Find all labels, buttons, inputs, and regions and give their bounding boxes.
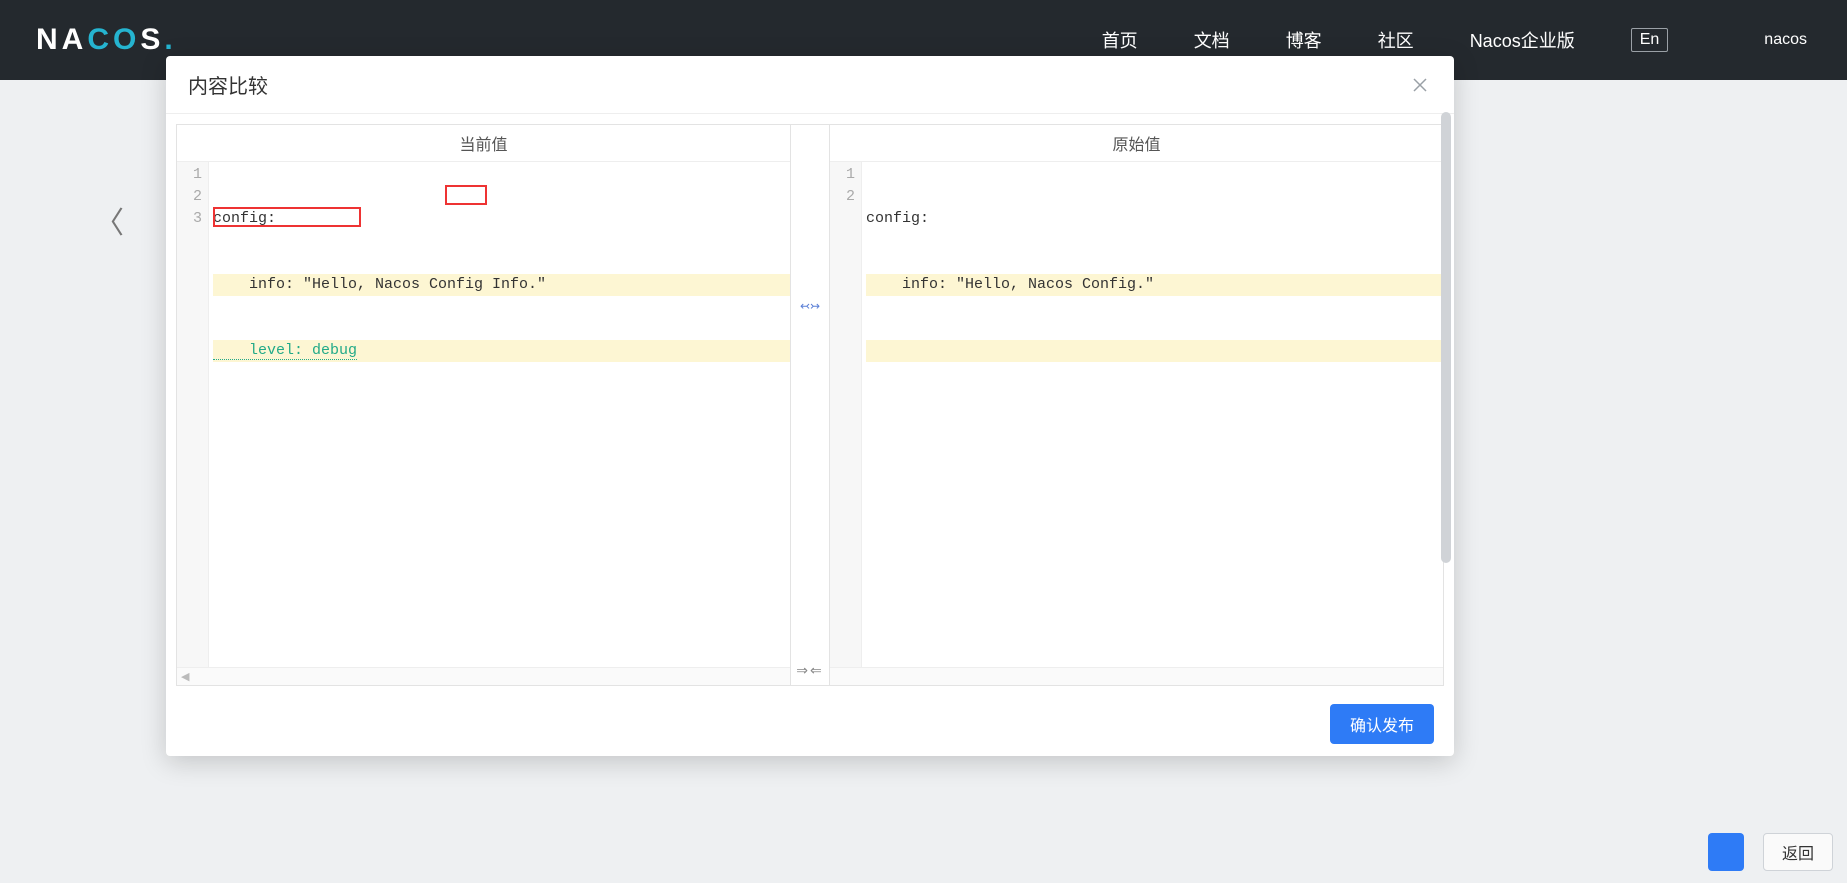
diff-right-gutter: 1 2	[830, 162, 862, 667]
nav-home[interactable]: 首页	[1102, 27, 1138, 53]
diff-left-pane: 当前值 1 2 3 config: info: "Hello, Nacos Co…	[176, 124, 791, 686]
confirm-publish-button[interactable]: 确认发布	[1330, 704, 1434, 744]
diff-left-header: 当前值	[177, 125, 790, 161]
code-line: level: debug	[213, 342, 357, 360]
gutter-line: 2	[177, 186, 202, 208]
diff-right-pane: 原始值 1 2 config: info: "Hello, Nacos Conf…	[829, 124, 1444, 686]
logo-dot: .	[164, 23, 176, 57]
code-line: info: "Hello, Nacos Config."	[866, 276, 1154, 293]
logo: NACOS.	[36, 23, 177, 57]
diff-right-hscroll[interactable]	[830, 667, 1443, 685]
nav-docs[interactable]: 文档	[1194, 27, 1230, 53]
logo-text-2: CO	[87, 23, 140, 57]
modal-footer: 确认发布	[166, 692, 1454, 756]
page-bottom-primary-button[interactable]	[1708, 833, 1744, 871]
language-toggle[interactable]: En	[1631, 28, 1669, 52]
back-chevron-icon[interactable]: 〈	[94, 198, 124, 242]
modal-title: 内容比较	[188, 70, 268, 99]
diff-center-strip: ↢↣ ⇒⇐	[791, 124, 829, 686]
gutter-line	[830, 208, 855, 230]
page-bottom-back-button[interactable]: 返回	[1763, 833, 1833, 871]
diff-left-gutter: 1 2 3	[177, 162, 209, 667]
diff-left-code: config: info: "Hello, Nacos Config Info.…	[209, 162, 790, 667]
code-line: info: "Hello, Nacos Config Info."	[213, 276, 546, 293]
nav-blog[interactable]: 博客	[1286, 27, 1322, 53]
modal-header: 内容比较	[166, 56, 1454, 114]
modal-vscroll[interactable]	[1439, 112, 1453, 690]
logo-text-3: S	[140, 23, 164, 57]
gutter-line: 2	[830, 186, 855, 208]
diff-highlight-box	[445, 185, 487, 205]
gutter-line: 1	[830, 164, 855, 186]
diff-align-icon: ⇒⇐	[796, 662, 823, 685]
gutter-line: 3	[177, 208, 202, 230]
scrollbar-thumb[interactable]	[1441, 112, 1451, 563]
current-user[interactable]: nacos	[1764, 31, 1807, 49]
code-line: config:	[866, 210, 929, 227]
diff-modal: 内容比较 当前值 1 2 3 config: info: "Hello, Nac…	[166, 56, 1454, 756]
nav-links: 首页 文档 博客 社区 Nacos企业版 En nacos	[1102, 27, 1807, 53]
diff-marker-icon: ↢↣	[800, 299, 820, 313]
diff-container: 当前值 1 2 3 config: info: "Hello, Nacos Co…	[166, 114, 1454, 692]
code-line: config:	[213, 210, 276, 227]
scroll-left-icon: ◀	[177, 670, 193, 683]
diff-left-editor[interactable]: 1 2 3 config: info: "Hello, Nacos Config…	[177, 161, 790, 667]
diff-right-editor[interactable]: 1 2 config: info: "Hello, Nacos Config."	[830, 161, 1443, 667]
diff-right-code: config: info: "Hello, Nacos Config."	[862, 162, 1443, 667]
logo-text-1: NA	[36, 23, 87, 57]
gutter-line: 1	[177, 164, 202, 186]
diff-right-header: 原始值	[830, 125, 1443, 161]
nav-community[interactable]: 社区	[1378, 27, 1414, 53]
close-icon[interactable]	[1408, 73, 1432, 97]
diff-left-hscroll[interactable]: ◀	[177, 667, 790, 685]
nav-enterprise[interactable]: Nacos企业版	[1470, 27, 1575, 53]
